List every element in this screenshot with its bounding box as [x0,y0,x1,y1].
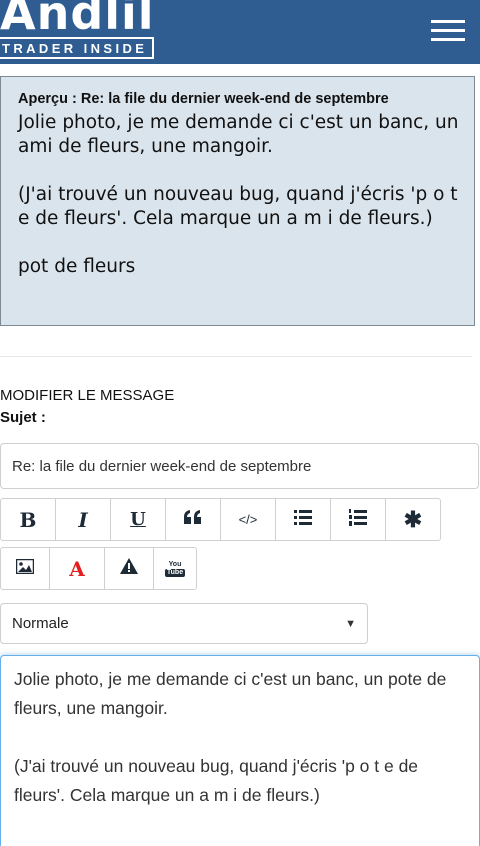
top-header: Andlil TRADER INSIDE [0,0,480,64]
youtube-button[interactable]: You Tube [153,547,197,590]
image-icon [15,558,35,579]
bullet-list-icon [294,509,312,530]
code-button[interactable]: </> [220,498,276,541]
preview-title: Aperçu : Re: la file du dernier week-end… [18,91,389,107]
logo-text: Andlil [0,0,155,40]
quote-button[interactable] [165,498,221,541]
preview-paragraph: Jolie photo, je me demande ci c'est un b… [18,112,459,157]
preview-body: Jolie photo, je me demande ci c'est un b… [18,111,463,279]
youtube-icon: You Tube [164,560,186,577]
bullet-list-button[interactable] [275,498,331,541]
message-textarea[interactable]: Jolie photo, je me demande ci c'est un b… [0,655,480,846]
asterisk-button[interactable]: ✱ [385,498,441,541]
numbered-list-button[interactable] [330,498,386,541]
hamburger-menu-icon[interactable] [431,20,465,42]
bold-icon: B [19,507,37,532]
andlil-logo[interactable]: Andlil TRADER INSIDE [0,0,160,62]
hamburger-bar [431,29,465,32]
logo-tagline: TRADER INSIDE [2,41,148,56]
warning-icon [120,558,138,579]
hamburger-bar [431,20,465,23]
formatting-toolbar-row-1: B I U </> ✱ [0,498,441,541]
section-divider [0,356,472,357]
preview-paragraph: pot de fleurs [18,256,136,277]
chevron-down-icon: ▼ [345,617,356,630]
quote-icon [183,509,203,530]
numbered-list-icon [349,508,367,531]
message-text: Jolie photo, je me demande ci c'est un b… [14,669,447,805]
underline-icon: U [130,509,146,530]
underline-button[interactable]: U [110,498,166,541]
edit-message-heading: MODIFIER LE MESSAGE [0,387,175,404]
font-size-select[interactable]: Normale ▼ [0,603,368,644]
font-size-select-value: Normale [12,615,69,632]
image-button[interactable] [0,547,50,590]
subject-label: Sujet : [0,409,46,426]
formatting-toolbar-row-2: A You Tube [0,547,197,590]
italic-icon: I [78,507,88,532]
asterisk-icon: ✱ [403,506,423,532]
bold-button[interactable]: B [0,498,56,541]
preview-paragraph: (J'ai trouvé un nouveau bug, quand j'écr… [18,184,458,229]
warning-button[interactable] [104,547,154,590]
message-preview: Aperçu : Re: la file du dernier week-end… [0,76,475,326]
italic-button[interactable]: I [55,498,111,541]
font-color-icon: A [69,556,85,581]
code-icon: </> [238,512,258,527]
hamburger-bar [431,38,465,41]
font-color-button[interactable]: A [49,547,105,590]
subject-input[interactable] [0,443,479,489]
